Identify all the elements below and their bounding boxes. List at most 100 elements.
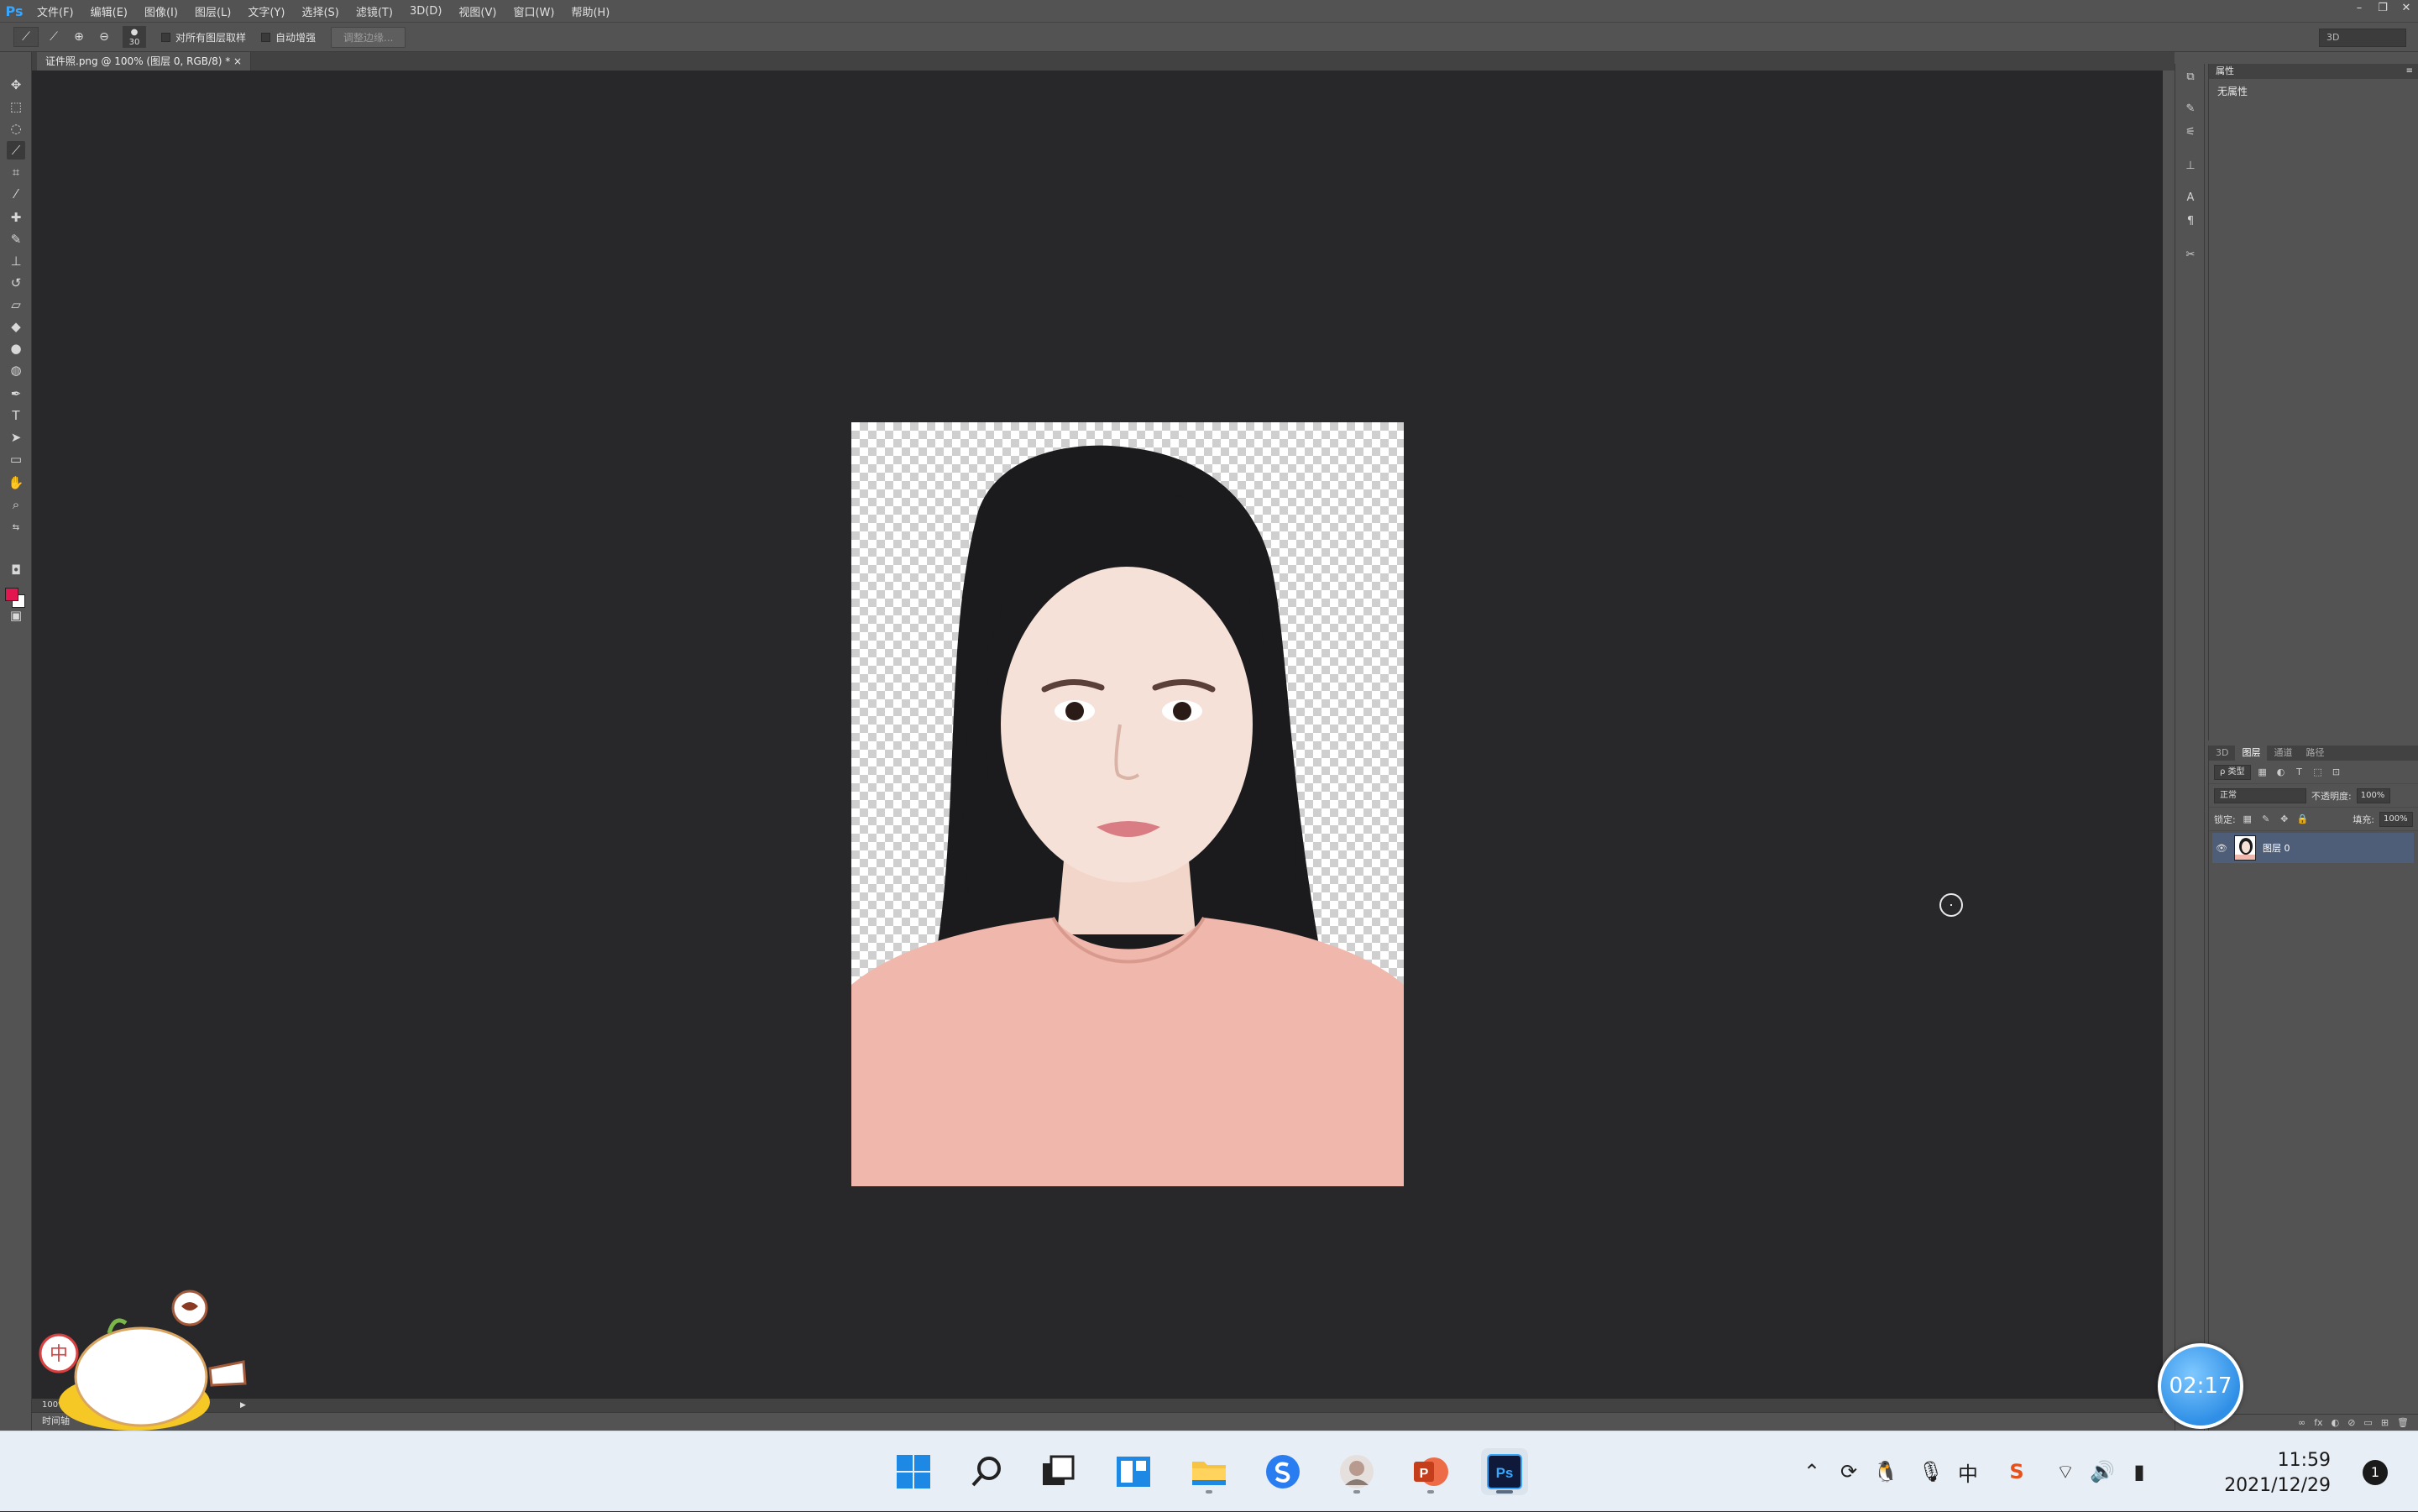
tab-paths[interactable]: 路径 xyxy=(2299,746,2331,761)
brush-tool-icon[interactable]: ✎ xyxy=(7,230,25,249)
type-tool-icon[interactable]: T xyxy=(7,406,25,425)
clock[interactable]: 11:59 2021/12/29 xyxy=(2224,1448,2331,1499)
tab-layers[interactable]: 图层 xyxy=(2235,746,2268,761)
marquee-tool-icon[interactable]: ⬚ xyxy=(7,97,25,116)
menu-help[interactable]: 帮助(H) xyxy=(563,3,618,19)
canvas-area[interactable] xyxy=(32,71,2163,1399)
history-brush-tool-icon[interactable]: ↺ xyxy=(7,274,25,292)
new-group-icon[interactable]: ▭ xyxy=(2363,1415,2372,1431)
layer-row[interactable]: 👁 图层 0 xyxy=(2212,833,2414,863)
foreground-color-swatch[interactable] xyxy=(5,588,18,601)
layer-style-icon[interactable]: fx xyxy=(2314,1415,2322,1431)
subtract-from-selection-icon[interactable]: ⊖ xyxy=(94,27,114,47)
hand-tool-icon[interactable]: ✋ xyxy=(7,473,25,492)
menu-filter[interactable]: 滤镜(T) xyxy=(348,3,401,19)
fill-input[interactable]: 100% xyxy=(2379,811,2413,827)
delete-layer-icon[interactable]: 🗑 xyxy=(2397,1415,2409,1431)
menu-edit[interactable]: 编辑(E) xyxy=(82,3,136,19)
menu-select[interactable]: 选择(S) xyxy=(293,3,347,19)
sogou-ime-icon[interactable]: S xyxy=(1998,1453,2035,1490)
lasso-tool-icon[interactable]: ◌ xyxy=(7,119,25,138)
eyedropper-tool-icon[interactable]: ⁄ xyxy=(7,185,25,203)
opacity-input[interactable]: 100% xyxy=(2356,787,2390,803)
move-tool-icon[interactable]: ✥ xyxy=(7,76,25,94)
zoom-tool-icon[interactable]: ⌕ xyxy=(7,495,25,514)
sample-all-layers-checkbox[interactable] xyxy=(161,32,170,42)
sample-all-layers-option[interactable]: 对所有图层取样 xyxy=(161,30,246,44)
clone-stamp-tool-icon[interactable]: ⊥ xyxy=(7,252,25,270)
ime-icon[interactable]: 中 xyxy=(1950,1453,1986,1490)
tab-3d[interactable]: 3D xyxy=(2209,746,2235,761)
menu-layer[interactable]: 图层(L) xyxy=(186,3,239,19)
pen-tool-icon[interactable]: ✒ xyxy=(7,385,25,403)
lock-all-icon[interactable]: 🔒 xyxy=(2296,813,2310,826)
tool-presets-icon[interactable]: ⊥ xyxy=(2182,158,2199,175)
sogou-button[interactable] xyxy=(1259,1448,1306,1495)
chevron-up-icon[interactable]: ⌃ xyxy=(1793,1453,1830,1490)
tab-channels[interactable]: 通道 xyxy=(2267,746,2299,761)
close-button[interactable]: ✕ xyxy=(2394,0,2418,17)
minimize-button[interactable]: – xyxy=(2347,0,2371,17)
adjustments-icon[interactable]: ⚟ xyxy=(2182,124,2199,141)
close-tab-icon[interactable]: × xyxy=(233,55,242,67)
kind-filter-select[interactable]: ρ 类型 xyxy=(2214,764,2251,780)
brush-presets-icon[interactable]: ✎ xyxy=(2182,101,2199,118)
menu-window[interactable]: 窗口(W) xyxy=(505,3,563,19)
file-explorer-button[interactable] xyxy=(1185,1448,1233,1495)
healing-brush-tool-icon[interactable]: ✚ xyxy=(7,208,25,227)
new-selection-icon[interactable]: ⟋ xyxy=(44,27,64,47)
start-button[interactable] xyxy=(890,1448,937,1495)
photoshop-taskbar-button[interactable]: Ps xyxy=(1481,1448,1528,1495)
quick-selection-tool-icon[interactable]: ⟋ xyxy=(7,141,25,160)
shape-filter-icon[interactable]: ⬚ xyxy=(2311,766,2325,779)
refine-edge-button[interactable]: 调整边缘... xyxy=(331,26,406,48)
lock-position-icon[interactable]: ✥ xyxy=(2278,813,2291,826)
menu-image[interactable]: 图像(I) xyxy=(136,3,186,19)
quick-mask-icon[interactable]: ◘ xyxy=(7,561,25,579)
wifi-icon[interactable]: ⌔ xyxy=(2047,1453,2084,1490)
new-layer-icon[interactable]: ⊞ xyxy=(2381,1415,2389,1431)
powerpoint-button[interactable]: P xyxy=(1407,1448,1454,1495)
auto-enhance-checkbox[interactable] xyxy=(261,32,271,42)
layer-mask-icon[interactable]: ⊘ xyxy=(2347,1415,2355,1431)
paint-bucket-tool-icon[interactable]: ◆ xyxy=(7,317,25,336)
smart-object-filter-icon[interactable]: ⊡ xyxy=(2330,766,2343,779)
menu-view[interactable]: 视图(V) xyxy=(450,3,505,19)
menu-type[interactable]: 文字(Y) xyxy=(239,3,293,19)
tools-panel-icon[interactable]: ✂ xyxy=(2182,247,2199,264)
document-tab[interactable]: 证件照.png @ 100% (图层 0, RGB/8) * × xyxy=(37,52,252,71)
character-panel-icon[interactable]: A xyxy=(2182,190,2199,207)
menu-3d[interactable]: 3D(D) xyxy=(401,5,450,18)
visibility-eye-icon[interactable]: 👁 xyxy=(2212,843,2231,854)
adjustment-layer-icon[interactable]: ◐ xyxy=(2332,1415,2340,1431)
path-selection-tool-icon[interactable]: ➤ xyxy=(7,428,25,447)
qq-icon[interactable]: 🐧 xyxy=(1867,1453,1904,1490)
avatar-app-button[interactable] xyxy=(1333,1448,1380,1495)
restore-button[interactable]: ❐ xyxy=(2371,0,2394,17)
pixel-filter-icon[interactable]: ▦ xyxy=(2256,766,2269,779)
panel-menu-icon[interactable]: ≡ xyxy=(2406,64,2413,79)
rectangle-tool-icon[interactable]: ▭ xyxy=(7,450,25,468)
adjustment-filter-icon[interactable]: ◐ xyxy=(2274,766,2288,779)
add-to-selection-icon[interactable]: ⊕ xyxy=(69,27,89,47)
search-button[interactable] xyxy=(964,1448,1011,1495)
task-view-button[interactable] xyxy=(1034,1448,1081,1495)
history-panel-icon[interactable]: ⧉ xyxy=(2182,69,2199,86)
link-layers-icon[interactable]: ∞ xyxy=(2298,1415,2305,1431)
dodge-tool-icon[interactable]: ◍ xyxy=(7,361,25,379)
auto-enhance-option[interactable]: 自动增强 xyxy=(261,30,316,44)
properties-title[interactable]: 属性 xyxy=(2216,65,2234,76)
paragraph-panel-icon[interactable]: ¶ xyxy=(2182,213,2199,230)
layer-name[interactable]: 图层 0 xyxy=(2263,841,2290,855)
volume-icon[interactable]: 🔊 xyxy=(2084,1453,2121,1490)
swap-colors-icon[interactable]: ⇆ xyxy=(7,519,25,537)
crop-tool-icon[interactable]: ⌗ xyxy=(7,163,25,181)
blur-tool-icon[interactable]: ● xyxy=(7,339,25,358)
lock-transparent-icon[interactable]: ▦ xyxy=(2241,813,2254,826)
lock-image-icon[interactable]: ✎ xyxy=(2259,813,2273,826)
workspace-select[interactable]: 3D xyxy=(2319,29,2406,47)
widgets-button[interactable] xyxy=(1110,1448,1157,1495)
sync-icon[interactable]: ⟳ xyxy=(1830,1453,1867,1490)
blend-mode-select[interactable]: 正常 xyxy=(2214,787,2306,803)
menu-file[interactable]: 文件(F) xyxy=(29,3,82,19)
